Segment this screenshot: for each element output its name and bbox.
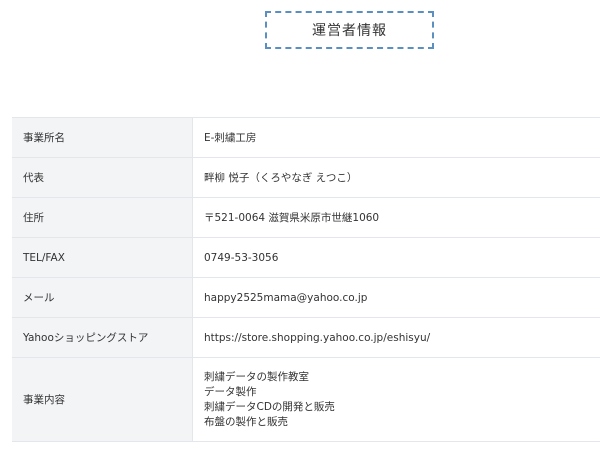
table-row: 事業内容 刺繍データの製作教室 データ製作 刺繍データCDの開発と販売 布盤の製… — [12, 357, 600, 442]
row-label-business-name: 事業所名 — [12, 117, 193, 158]
operator-info-table: 事業所名 E-刺繍工房 代表 畔柳 悦子（くろやなぎ えつこ） 住所 〒521-… — [12, 117, 600, 442]
table-row: 代表 畔柳 悦子（くろやなぎ えつこ） — [12, 157, 600, 198]
row-label-yahoo-store: Yahooショッピングストア — [12, 317, 193, 358]
row-value-yahoo-store: https://store.shopping.yahoo.co.jp/eshis… — [192, 317, 600, 358]
row-value-business-content: 刺繍データの製作教室 データ製作 刺繍データCDの開発と販売 布盤の製作と販売 — [192, 357, 600, 442]
business-content-line: データ製作 — [204, 385, 257, 398]
row-value-representative: 畔柳 悦子（くろやなぎ えつこ） — [192, 157, 600, 198]
table-row: Yahooショッピングストア https://store.shopping.ya… — [12, 317, 600, 358]
page-title: 運営者情報 — [265, 11, 434, 49]
row-label-business-content: 事業内容 — [12, 357, 193, 442]
table-row: 住所 〒521-0064 滋賀県米原市世継1060 — [12, 197, 600, 238]
row-label-address: 住所 — [12, 197, 193, 238]
table-row: メール happy2525mama@yahoo.co.jp — [12, 277, 600, 318]
business-content-line: 刺繍データCDの開発と販売 — [204, 400, 335, 413]
row-label-representative: 代表 — [12, 157, 193, 198]
row-value-business-name: E-刺繍工房 — [192, 117, 600, 158]
row-value-tel-fax: 0749-53-3056 — [192, 237, 600, 278]
business-content-line: 刺繍データの製作教室 — [204, 370, 309, 383]
row-label-tel-fax: TEL/FAX — [12, 237, 193, 278]
table-row: TEL/FAX 0749-53-3056 — [12, 237, 600, 278]
row-value-email: happy2525mama@yahoo.co.jp — [192, 277, 600, 318]
row-value-address: 〒521-0064 滋賀県米原市世継1060 — [192, 197, 600, 238]
row-label-email: メール — [12, 277, 193, 318]
table-row: 事業所名 E-刺繍工房 — [12, 117, 600, 158]
business-content-line: 布盤の製作と販売 — [204, 415, 288, 428]
